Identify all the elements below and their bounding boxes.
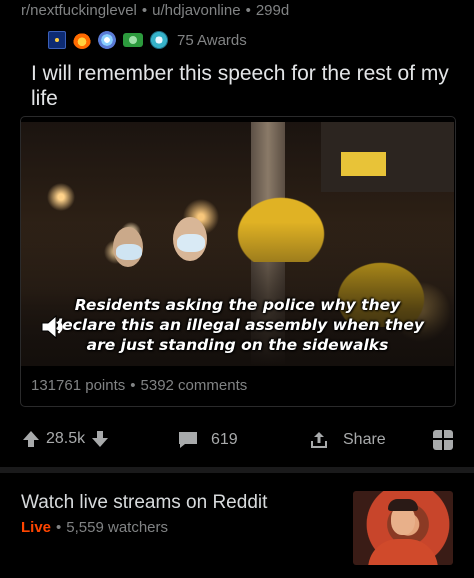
award-star-icon [98, 31, 116, 49]
downvote-icon[interactable] [91, 430, 109, 448]
live-promo-title[interactable]: Watch live streams on Reddit [21, 492, 267, 514]
live-badge: Live [21, 519, 52, 536]
face-mask [116, 244, 142, 260]
award-gem-icon [150, 31, 168, 49]
sound-icon[interactable] [39, 312, 69, 342]
subtitle-line: are just standing on the sidewalks [86, 336, 389, 354]
shop-sign [341, 152, 386, 176]
separator-dot: • [245, 2, 251, 19]
subtitle-line: declare this an illegal assembly when th… [51, 316, 424, 334]
gift-icon[interactable] [432, 429, 454, 451]
post-meta: r/nextfuckinglevel • u/hdjavonline • 299d [21, 2, 289, 19]
video-subtitle: Residents asking the police why they dec… [21, 295, 454, 355]
comment-icon [179, 432, 197, 448]
action-bar: 28.5k 619 Share [0, 420, 474, 460]
author-link[interactable]: u/hdjavonline [152, 2, 240, 19]
live-promo-subtitle: Live • 5,559 watchers [21, 519, 168, 536]
upvote-icon[interactable] [22, 430, 40, 448]
award-fire-icon [73, 31, 91, 49]
upvote-count: 28.5k [46, 430, 86, 447]
streamer-shirt [368, 539, 438, 565]
share-button[interactable]: Share [309, 430, 386, 450]
separator-dot: • [130, 377, 136, 394]
comments-button[interactable]: 619 [177, 430, 238, 450]
points-count: 131761 points [31, 377, 126, 394]
live-stream-thumbnail[interactable] [353, 491, 453, 565]
subreddit-link[interactable]: r/nextfuckinglevel [21, 2, 137, 19]
face-mask [177, 234, 205, 252]
awards-count: 75 Awards [177, 31, 247, 49]
separator-dot: • [56, 519, 62, 536]
comment-count: 619 [211, 431, 238, 448]
post-age: 299d [255, 2, 290, 19]
award-cash-icon [123, 33, 143, 47]
subtitle-line: Residents asking the police why they [74, 296, 401, 314]
post-stats: 131761 points • 5392 comments [31, 377, 247, 394]
separator-dot: • [141, 2, 148, 19]
share-icon [311, 432, 327, 448]
streamer-cap [388, 499, 418, 511]
award-flag-icon [48, 31, 66, 49]
vote-group: 28.5k [22, 430, 109, 448]
section-divider [0, 467, 474, 473]
watcher-count: 5,559 watchers [66, 519, 169, 536]
awards-row[interactable]: 75 Awards [48, 29, 247, 51]
video-player[interactable]: Residents asking the police why they dec… [21, 122, 454, 366]
comments-count[interactable]: 5392 comments [141, 377, 248, 394]
share-label: Share [343, 431, 386, 448]
post-title[interactable]: I will remember this speech for the rest… [31, 61, 451, 111]
